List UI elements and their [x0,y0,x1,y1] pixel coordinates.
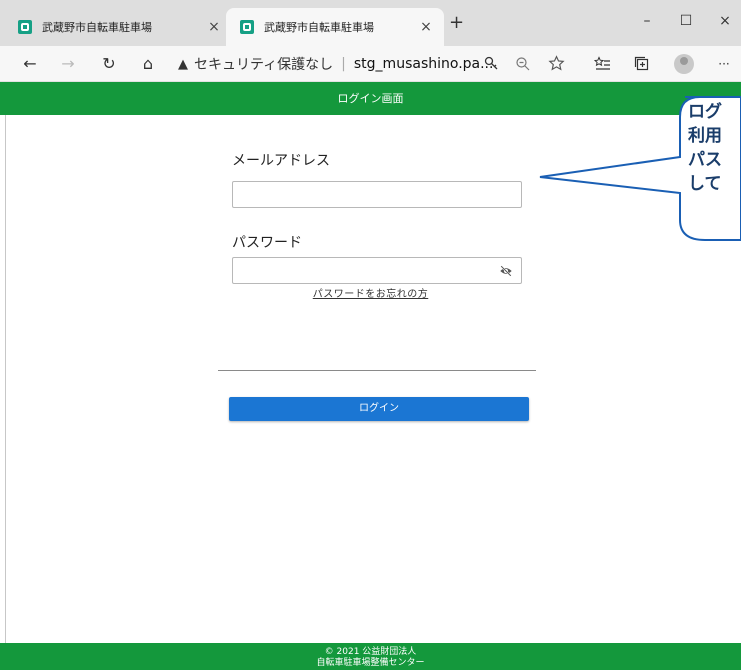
forward-icon[interactable]: → [56,52,80,76]
zoom-icon[interactable] [515,56,531,72]
warning-icon[interactable]: ▲ [178,57,188,72]
tab-inactive[interactable]: 武蔵野市自転車駐車場 × [4,8,232,46]
parking-favicon-icon [18,20,32,34]
security-status[interactable]: セキュリティ保護なし [194,54,333,74]
tab-title: 武蔵野市自転車駐車場 [264,21,374,34]
tab-active[interactable]: 武蔵野市自転車駐車場 × [226,8,444,46]
callout-line: ログ [688,102,722,122]
back-icon[interactable]: ← [18,52,42,76]
page-footer: © 2021 公益財団法人 自転車駐車場整備センター [0,643,741,670]
password-label: パスワード [232,235,302,251]
callout-line: して [688,174,722,194]
footer-org-name: 自転車駐車場整備センター [316,658,425,668]
hide-password-icon[interactable] [499,264,513,278]
callout-text: ログ 利用 パス して [688,100,741,196]
email-field[interactable] [232,181,522,208]
favorites-list-icon[interactable] [594,56,611,72]
email-label: メールアドレス [232,153,330,169]
browser-tab-strip: 武蔵野市自転車駐車場 × 武蔵野市自転車駐車場 × + – ☐ × [0,0,741,46]
login-button[interactable]: ログイン [229,397,529,421]
tab-close-button[interactable]: × [204,19,224,35]
forgot-password-link[interactable]: パスワードをお忘れの方 [0,285,741,300]
form-divider [218,370,536,371]
callout-line: 利用 [688,126,722,146]
address-separator: | [341,56,346,72]
reload-icon[interactable]: ↻ [97,52,121,76]
collections-icon[interactable] [634,56,650,72]
password-field[interactable] [232,257,522,284]
close-window-button[interactable]: × [705,8,741,34]
login-form: メールアドレス パスワード [232,150,522,284]
profile-icon[interactable] [674,54,694,74]
address-toolbar: ← → ↻ ⌂ ▲ セキュリティ保護なし | stg_musashino.pa.… [0,46,741,82]
footer-copyright: © 2021 公益財団法人 [324,647,417,657]
maximize-button[interactable]: ☐ [666,8,706,34]
more-icon[interactable]: ··· [712,52,736,76]
tab-title: 武蔵野市自転車駐車場 [42,21,152,34]
favorite-icon[interactable] [548,55,565,72]
callout-line: パス [688,150,722,170]
minimize-button[interactable]: – [627,8,667,34]
url-text[interactable]: stg_musashino.pa... [354,56,494,72]
page-left-border [5,115,6,643]
home-icon[interactable]: ⌂ [136,52,160,76]
parking-favicon-icon [240,20,254,34]
read-aloud-icon[interactable] [484,56,500,72]
new-tab-button[interactable]: + [449,12,464,33]
tab-close-button[interactable]: × [416,19,436,35]
